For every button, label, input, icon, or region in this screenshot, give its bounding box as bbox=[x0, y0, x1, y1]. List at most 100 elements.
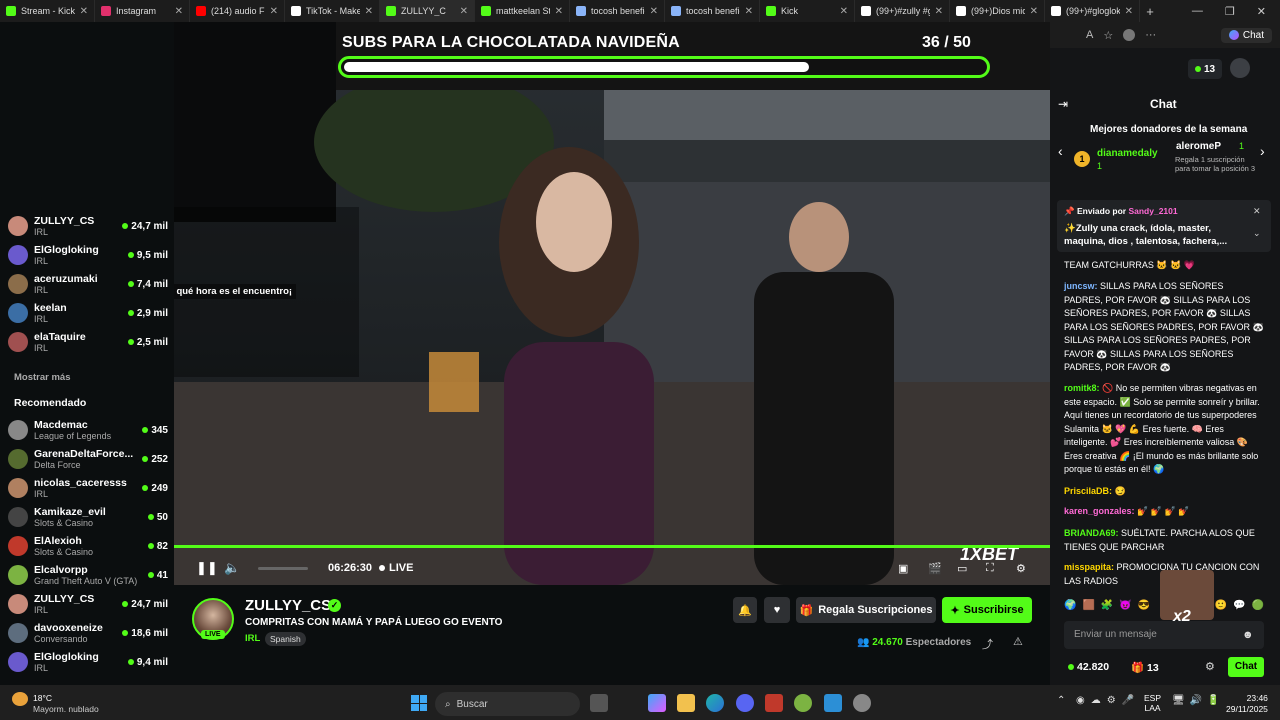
close-tab-icon[interactable]: ✕ bbox=[80, 6, 88, 17]
close-tab-icon[interactable]: ✕ bbox=[175, 6, 183, 17]
sidebar-recommended-channel[interactable]: GarenaDeltaForce... Delta Force 252 bbox=[8, 445, 168, 473]
app-icon[interactable] bbox=[794, 694, 812, 712]
sidebar-recommended-channel[interactable]: nicolas_caceresss IRL 249 bbox=[8, 474, 168, 502]
close-window-icon[interactable]: ✕ bbox=[1257, 5, 1266, 18]
chat-settings-icon[interactable]: ⚙ bbox=[1205, 660, 1215, 673]
read-aloud-icon[interactable]: A bbox=[1086, 29, 1093, 41]
new-tab-button[interactable]: + bbox=[1140, 4, 1160, 19]
close-tab-icon[interactable]: ✕ bbox=[1125, 6, 1133, 17]
sidebar-followed-channel[interactable]: ElGlogloking IRL 9,5 mil bbox=[8, 241, 168, 269]
emoji-picker-icon[interactable]: ☻ bbox=[1242, 629, 1254, 641]
sidebar-followed-channel[interactable]: elaTaquire IRL 2,5 mil bbox=[8, 328, 168, 356]
emote-icon[interactable]: 😎 bbox=[1138, 600, 1150, 616]
close-tab-icon[interactable]: ✕ bbox=[460, 6, 468, 17]
input-language[interactable]: ESP LAA bbox=[1144, 693, 1161, 713]
discord-icon[interactable] bbox=[736, 694, 754, 712]
unpin-icon[interactable]: ✕ bbox=[1253, 206, 1261, 217]
fullscreen-icon[interactable]: ⛶ bbox=[986, 562, 994, 575]
favorite-icon[interactable]: ☆ bbox=[1103, 29, 1113, 42]
playback-progress[interactable] bbox=[174, 545, 1050, 548]
sidebar-followed-channel[interactable]: keelan IRL 2,9 mil bbox=[8, 299, 168, 327]
volume-slider[interactable] bbox=[258, 566, 308, 570]
tray-chevron-icon[interactable]: ⌃ bbox=[1057, 695, 1065, 706]
stream-category[interactable]: IRL bbox=[245, 633, 260, 644]
user-avatar[interactable] bbox=[1230, 58, 1250, 78]
gifts-count[interactable]: 🎁 13 bbox=[1131, 661, 1159, 674]
profile-icon[interactable] bbox=[1123, 29, 1136, 41]
browser-tab[interactable]: mattkeelan St ✕ bbox=[475, 0, 570, 22]
sidebar-recommended-channel[interactable]: ElGlogloking IRL 9,4 mil bbox=[8, 648, 168, 676]
taskbar-search[interactable]: ⌕ Buscar bbox=[435, 692, 580, 716]
chat-username[interactable]: juncsw: bbox=[1064, 281, 1100, 291]
sidebar-recommended-channel[interactable]: Elcalvorpp Grand Theft Auto V (GTA) 41 bbox=[8, 561, 168, 589]
app-icon[interactable] bbox=[824, 694, 842, 712]
emote-icon[interactable]: 😈 bbox=[1119, 600, 1131, 616]
close-tab-icon[interactable]: ✕ bbox=[745, 6, 753, 17]
clip-icon[interactable]: 🎬 bbox=[928, 562, 942, 575]
pip-icon[interactable]: ▣ bbox=[898, 562, 908, 575]
close-tab-icon[interactable]: ✕ bbox=[840, 6, 848, 17]
sidebar-recommended-channel[interactable]: Macdemac League of Legends 345 bbox=[8, 416, 168, 444]
emote-icon[interactable]: 🧩 bbox=[1101, 600, 1113, 616]
stream-language-tag[interactable]: Spanish bbox=[265, 632, 306, 646]
chatgpt-icon[interactable] bbox=[853, 694, 871, 712]
collapse-chat-icon[interactable]: ⇥ bbox=[1058, 97, 1068, 111]
browser-tab[interactable]: (99+)Dios mio ✕ bbox=[950, 0, 1045, 22]
points-balance[interactable]: 42.820 bbox=[1068, 661, 1109, 673]
close-tab-icon[interactable]: ✕ bbox=[555, 6, 563, 17]
volume-icon[interactable]: 🔈 bbox=[224, 560, 240, 576]
donor1-name[interactable]: dianamedaly bbox=[1097, 148, 1158, 159]
expand-pinned-icon[interactable]: ⌄ bbox=[1253, 228, 1261, 239]
sidebar-recommended-channel[interactable]: ZULLYY_CS IRL 24,7 mil bbox=[8, 590, 168, 618]
chat-username[interactable]: romitk8: bbox=[1064, 383, 1102, 393]
restore-icon[interactable]: ❐ bbox=[1225, 5, 1235, 18]
more-icon[interactable]: ··· bbox=[1145, 29, 1156, 41]
browser-tab[interactable]: (214) audio FU ✕ bbox=[190, 0, 285, 22]
copilot-app-icon[interactable] bbox=[648, 694, 666, 712]
donors-next-icon[interactable]: › bbox=[1260, 143, 1265, 159]
donors-prev-icon[interactable]: ‹ bbox=[1058, 143, 1063, 159]
browser-tab[interactable]: Kick ✕ bbox=[760, 0, 855, 22]
close-tab-icon[interactable]: ✕ bbox=[365, 6, 373, 17]
emote-icon[interactable]: 🙂 bbox=[1215, 600, 1227, 616]
clock[interactable]: 23:46 29/11/2025 bbox=[1226, 693, 1268, 715]
notifications-button[interactable]: 🔔 bbox=[733, 597, 757, 623]
follow-button[interactable]: ♥ bbox=[764, 597, 790, 623]
browser-tab[interactable]: tocosh benefic ✕ bbox=[570, 0, 665, 22]
share-icon[interactable]: ⤴ bbox=[982, 636, 993, 652]
chat-username[interactable]: PriscilaDB: bbox=[1064, 486, 1115, 496]
chat-message-input[interactable]: Enviar un mensaje bbox=[1064, 621, 1264, 649]
emote-icon[interactable]: 🟢 bbox=[1252, 600, 1264, 616]
sidebar-followed-channel[interactable]: aceruzumaki IRL 7,4 mil bbox=[8, 270, 168, 298]
donor2-name[interactable]: aleromeP bbox=[1176, 141, 1221, 152]
send-chat-button[interactable]: Chat bbox=[1228, 657, 1264, 677]
chat-username[interactable]: BRIANDA69: bbox=[1064, 528, 1121, 538]
browser-tab[interactable]: TikTok - Make ✕ bbox=[285, 0, 380, 22]
chat-username[interactable]: karen_gonzales: bbox=[1064, 506, 1137, 516]
streamer-name[interactable]: ZULLYY_CS bbox=[245, 597, 331, 614]
report-icon[interactable]: ⚠ bbox=[1013, 635, 1023, 648]
gift-subs-button[interactable]: 🎁 Regala Suscripciones bbox=[796, 597, 936, 623]
browser-tab[interactable]: Stream - Kick ✕ bbox=[0, 0, 95, 22]
theater-mode-icon[interactable]: ▭ bbox=[957, 562, 967, 575]
app-icon[interactable] bbox=[765, 694, 783, 712]
browser-tab[interactable]: (99+)#glogloki ✕ bbox=[1045, 0, 1140, 22]
edge-icon[interactable] bbox=[706, 694, 724, 712]
file-explorer-icon[interactable] bbox=[677, 694, 695, 712]
sidebar-recommended-channel[interactable]: ElAlexioh Slots & Casino 82 bbox=[8, 532, 168, 560]
close-tab-icon[interactable]: ✕ bbox=[1030, 6, 1038, 17]
sidebar-recommended-channel[interactable]: Kamikaze_evil Slots & Casino 50 bbox=[8, 503, 168, 531]
video-player[interactable]: 1XBET bbox=[174, 22, 1050, 585]
copilot-chat-button[interactable]: Chat bbox=[1220, 27, 1272, 43]
subscribe-button[interactable]: ✦ Suscribirse bbox=[942, 597, 1032, 623]
browser-tab[interactable]: tocosh benefic ✕ bbox=[665, 0, 760, 22]
emote-icon[interactable]: 💬 bbox=[1233, 600, 1245, 616]
chat-username[interactable]: misspapita: bbox=[1064, 562, 1117, 572]
browser-tab[interactable]: ZULLYY_C ✕ bbox=[380, 0, 475, 22]
pause-icon[interactable]: ❚❚ bbox=[196, 560, 218, 576]
start-icon[interactable] bbox=[411, 695, 427, 711]
sidebar-followed-channel[interactable]: ZULLYY_CS IRL 24,7 mil bbox=[8, 212, 168, 240]
emote-icon[interactable]: 🌍 bbox=[1064, 600, 1076, 616]
system-tray-status[interactable]: 🖥🔊🔋 bbox=[1172, 695, 1225, 706]
close-tab-icon[interactable]: ✕ bbox=[935, 6, 943, 17]
